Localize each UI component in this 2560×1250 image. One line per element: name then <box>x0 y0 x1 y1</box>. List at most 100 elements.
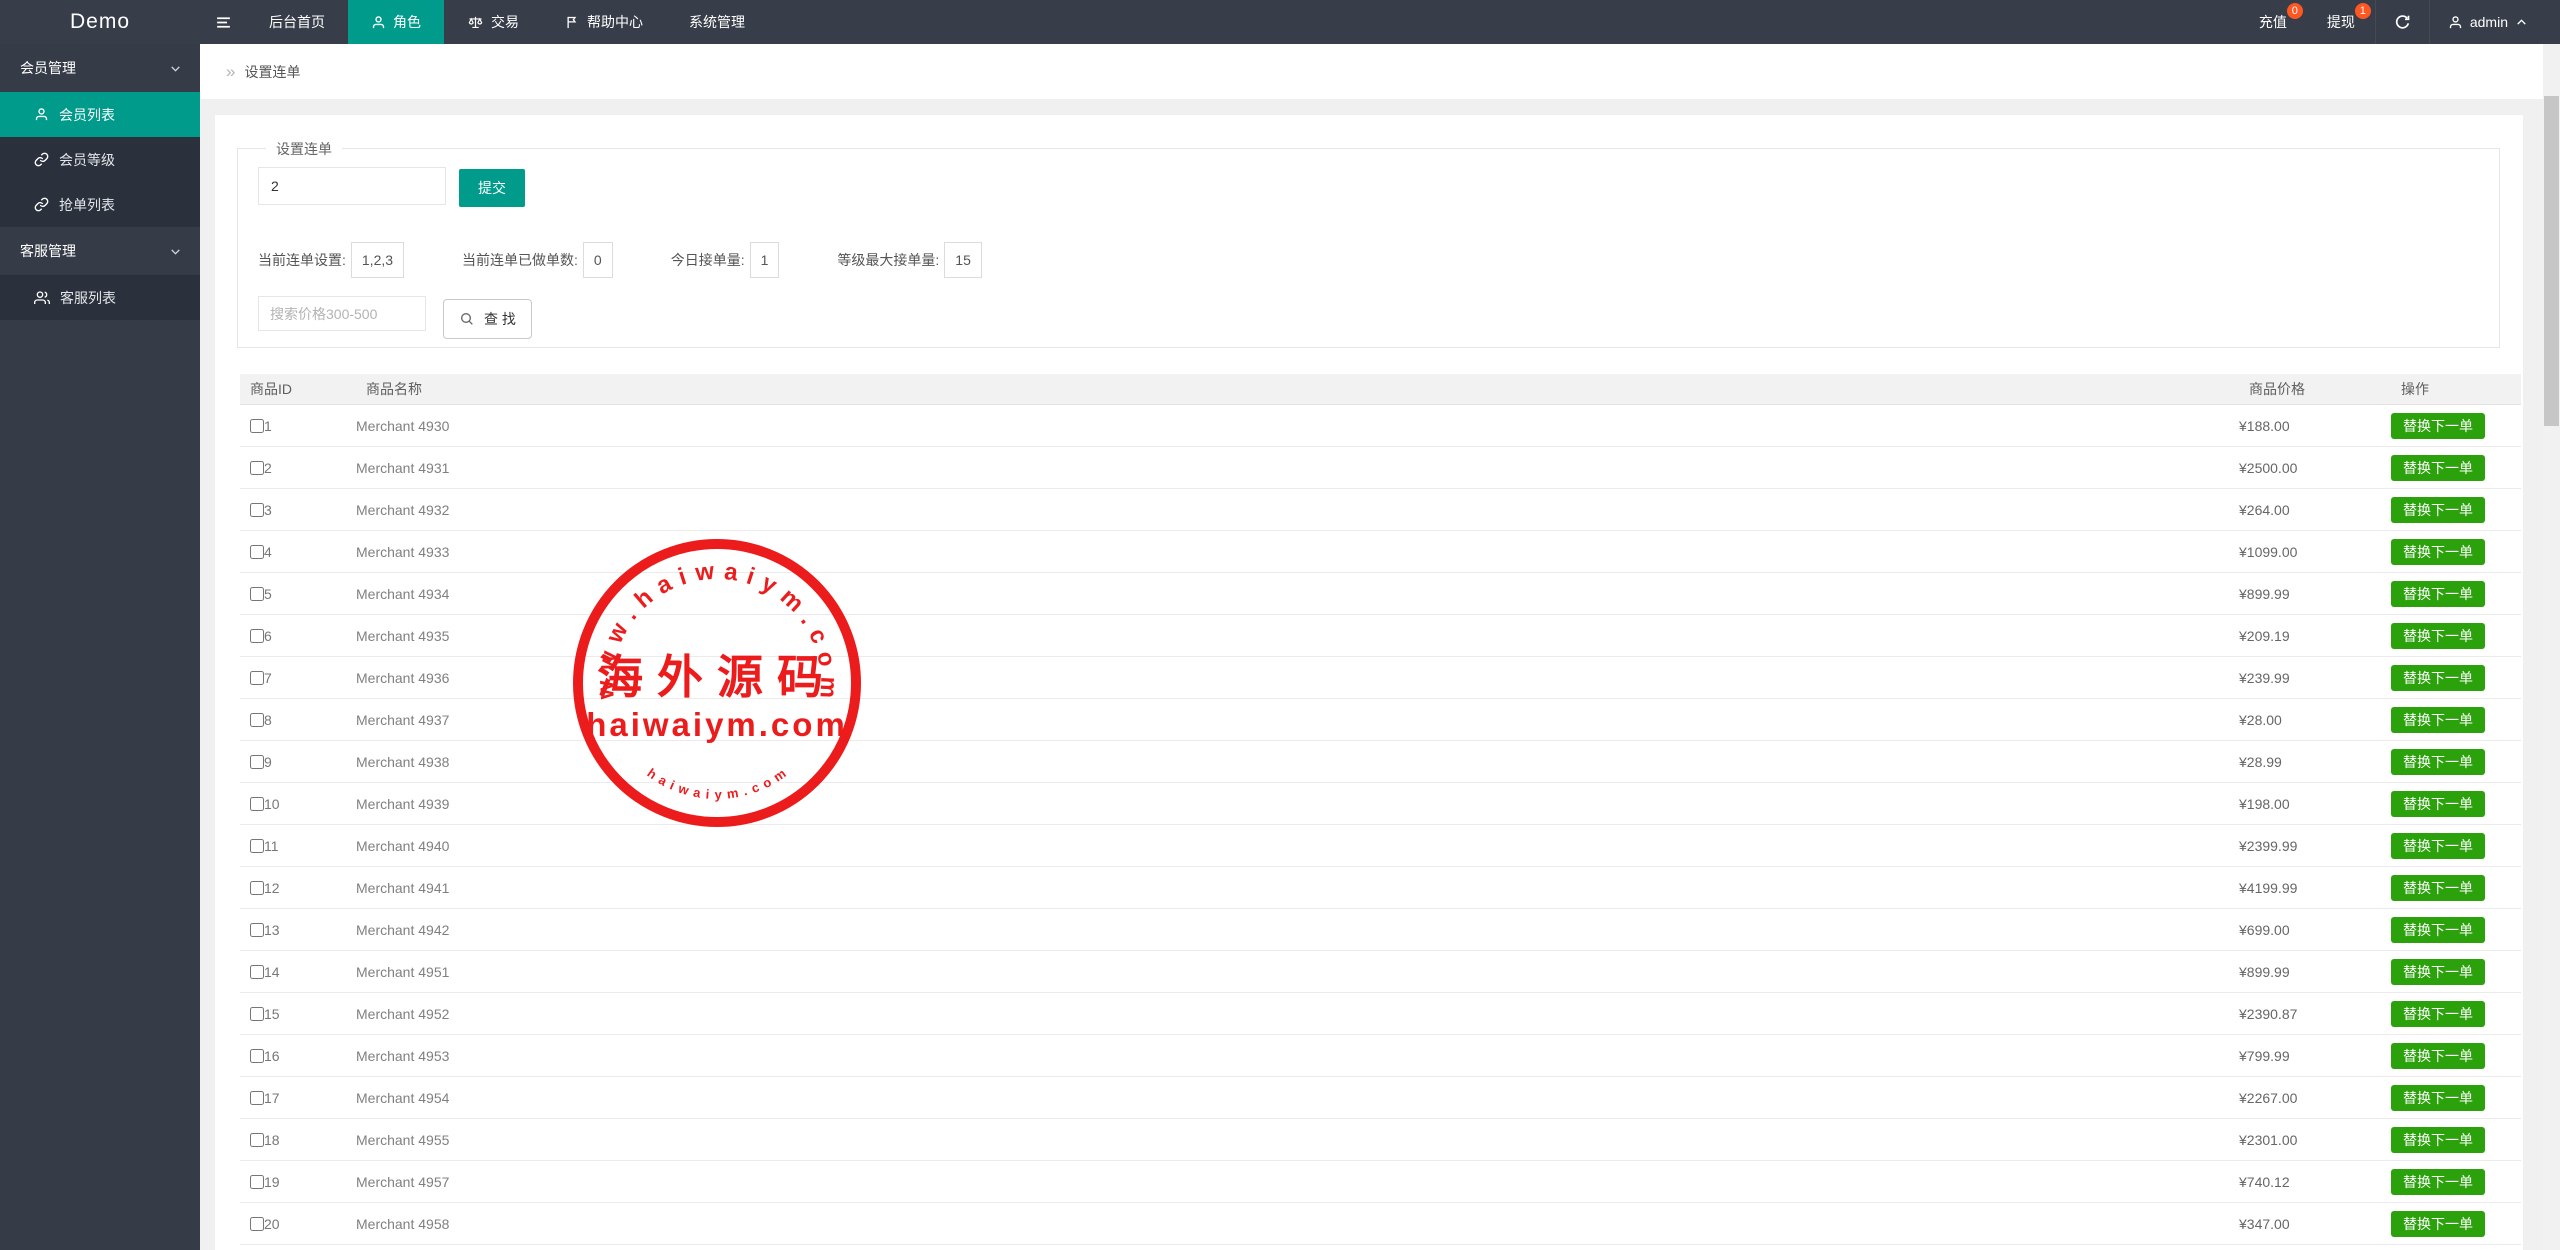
replace-next-order-button[interactable]: 替换下一单 <box>2391 497 2485 523</box>
row-checkbox[interactable] <box>250 923 264 937</box>
row-checkbox[interactable] <box>250 671 264 685</box>
nav-item-trade[interactable]: 交易 <box>444 0 542 44</box>
replace-next-order-button[interactable]: 替换下一单 <box>2391 917 2485 943</box>
sidebar-section-member-management[interactable]: 会员管理 <box>0 44 200 92</box>
stat-label: 等级最大接单量: <box>837 250 939 270</box>
action-cell: 替换下一单 <box>2391 875 2521 901</box>
goods-id: 18 <box>264 1132 280 1148</box>
replace-next-order-button[interactable]: 替换下一单 <box>2391 791 2485 817</box>
nav-item-label: 角色 <box>393 12 421 32</box>
replace-next-order-button[interactable]: 替换下一单 <box>2391 413 2485 439</box>
goods-name: Merchant 4937 <box>356 712 2239 728</box>
goods-id: 4 <box>264 544 272 560</box>
goods-id-cell: 11 <box>240 838 356 854</box>
action-cell: 替换下一单 <box>2391 539 2521 565</box>
action-cell: 替换下一单 <box>2391 1211 2521 1237</box>
row-checkbox[interactable] <box>250 881 264 895</box>
replace-next-order-button[interactable]: 替换下一单 <box>2391 1043 2485 1069</box>
row-checkbox[interactable] <box>250 587 264 601</box>
recharge-button[interactable]: 充值 0 <box>2239 0 2307 44</box>
goods-name: Merchant 4942 <box>356 922 2239 938</box>
nav-item-system[interactable]: 系统管理 <box>666 0 768 44</box>
row-checkbox[interactable] <box>250 797 264 811</box>
row-checkbox[interactable] <box>250 545 264 559</box>
user-menu[interactable]: admin <box>2430 0 2534 44</box>
replace-next-order-button[interactable]: 替换下一单 <box>2391 455 2485 481</box>
nav-item-help[interactable]: 帮助中心 <box>542 0 666 44</box>
row-checkbox[interactable] <box>250 1049 264 1063</box>
stat-value: 15 <box>944 242 982 278</box>
row-checkbox[interactable] <box>250 1175 264 1189</box>
table-row: 8Merchant 4937¥28.00替换下一单 <box>240 699 2521 741</box>
sidebar-item-member-level[interactable]: 会员等级 <box>0 137 200 182</box>
submit-button[interactable]: 提交 <box>459 169 525 207</box>
sidebar-item-grab-order-list[interactable]: 抢单列表 <box>0 182 200 227</box>
sidebar-section-service-management[interactable]: 客服管理 <box>0 227 200 275</box>
goods-id: 3 <box>264 502 272 518</box>
replace-next-order-button[interactable]: 替换下一单 <box>2391 959 2485 985</box>
replace-next-order-button[interactable]: 替换下一单 <box>2391 539 2485 565</box>
row-checkbox[interactable] <box>250 1091 264 1105</box>
goods-price: ¥28.99 <box>2239 754 2391 770</box>
row-checkbox[interactable] <box>250 629 264 643</box>
price-search-input[interactable] <box>258 296 426 331</box>
nav-item-label: 系统管理 <box>689 12 745 32</box>
replace-next-order-button[interactable]: 替换下一单 <box>2391 581 2485 607</box>
row-checkbox[interactable] <box>250 1133 264 1147</box>
nav-item-home[interactable]: 后台首页 <box>246 0 348 44</box>
chevron-up-icon <box>2515 16 2528 29</box>
replace-next-order-button[interactable]: 替换下一单 <box>2391 1001 2485 1027</box>
row-checkbox[interactable] <box>250 503 264 517</box>
action-cell: 替换下一单 <box>2391 791 2521 817</box>
sidebar-item-member-list[interactable]: 会员列表 <box>0 92 200 137</box>
nav-item-label: 交易 <box>491 12 519 32</box>
set-chain-order-fieldset: 设置连单 提交 当前连单设置:1,2,3当前连单已做单数:0今日接单量:1等级最… <box>237 148 2500 348</box>
table-row: 13Merchant 4942¥699.00替换下一单 <box>240 909 2521 951</box>
vertical-scrollbar[interactable] <box>2543 44 2560 1250</box>
replace-next-order-button[interactable]: 替换下一单 <box>2391 1211 2485 1237</box>
goods-id: 20 <box>264 1216 280 1232</box>
row-checkbox[interactable] <box>250 1217 264 1231</box>
table-row: 6Merchant 4935¥209.19替换下一单 <box>240 615 2521 657</box>
search-button[interactable]: 查 找 <box>443 299 532 339</box>
sidebar-item-service-list[interactable]: 客服列表 <box>0 275 200 320</box>
nav-item-role[interactable]: 角色 <box>348 0 444 44</box>
goods-name: Merchant 4936 <box>356 670 2239 686</box>
row-checkbox[interactable] <box>250 839 264 853</box>
refresh-button[interactable] <box>2375 0 2430 44</box>
action-cell: 替换下一单 <box>2391 623 2521 649</box>
replace-next-order-button[interactable]: 替换下一单 <box>2391 1169 2485 1195</box>
goods-name: Merchant 4951 <box>356 964 2239 980</box>
hamburger-button[interactable] <box>200 0 246 44</box>
row-checkbox[interactable] <box>250 713 264 727</box>
goods-id-cell: 19 <box>240 1174 356 1190</box>
row-checkbox[interactable] <box>250 419 264 433</box>
scrollbar-thumb[interactable] <box>2544 96 2559 426</box>
replace-next-order-button[interactable]: 替换下一单 <box>2391 833 2485 859</box>
row-checkbox[interactable] <box>250 965 264 979</box>
replace-next-order-button[interactable]: 替换下一单 <box>2391 665 2485 691</box>
column-header: 商品名称 <box>356 379 2239 399</box>
chain-order-input[interactable] <box>258 167 446 205</box>
replace-next-order-button[interactable]: 替换下一单 <box>2391 707 2485 733</box>
search-row: 查 找 <box>258 296 532 339</box>
goods-name: Merchant 4953 <box>356 1048 2239 1064</box>
withdraw-button[interactable]: 提现 1 <box>2307 0 2375 44</box>
row-checkbox[interactable] <box>250 461 264 475</box>
goods-id-cell: 13 <box>240 922 356 938</box>
replace-next-order-button[interactable]: 替换下一单 <box>2391 1085 2485 1111</box>
stat-group-1: 当前连单设置:1,2,3 <box>258 242 404 278</box>
replace-next-order-button[interactable]: 替换下一单 <box>2391 623 2485 649</box>
row-checkbox[interactable] <box>250 755 264 769</box>
person-icon <box>371 15 386 30</box>
goods-id: 17 <box>264 1090 280 1106</box>
goods-id: 14 <box>264 964 280 980</box>
person-icon <box>2448 15 2463 30</box>
goods-name: Merchant 4958 <box>356 1216 2239 1232</box>
replace-next-order-button[interactable]: 替换下一单 <box>2391 749 2485 775</box>
goods-price: ¥740.12 <box>2239 1174 2391 1190</box>
row-checkbox[interactable] <box>250 1007 264 1021</box>
replace-next-order-button[interactable]: 替换下一单 <box>2391 875 2485 901</box>
replace-next-order-button[interactable]: 替换下一单 <box>2391 1127 2485 1153</box>
table-row: 18Merchant 4955¥2301.00替换下一单 <box>240 1119 2521 1161</box>
